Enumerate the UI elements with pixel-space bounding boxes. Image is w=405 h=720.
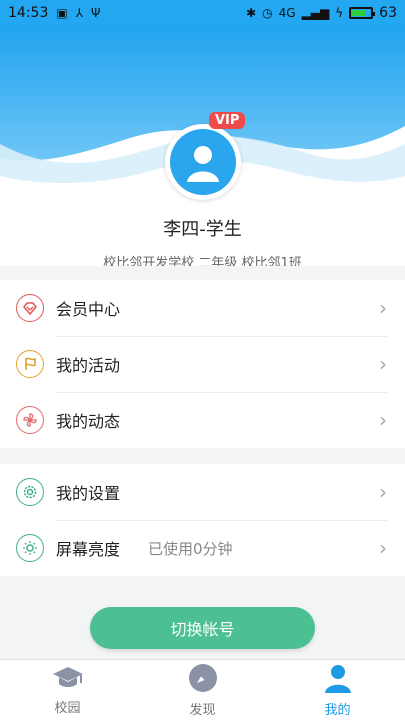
chevron-right-icon: › bbox=[379, 480, 387, 504]
status-bar: 14:53 ▣ ⅄ Ψ ✱ ◷ 4G ▂▄▆ ϟ 63 bbox=[0, 0, 405, 26]
usage-duration: 已使用0分钟 bbox=[148, 539, 233, 558]
compass-icon bbox=[188, 663, 218, 697]
switch-account-button[interactable]: 切换帐号 bbox=[90, 607, 315, 649]
menu-label: 屏幕亮度 bbox=[56, 540, 121, 559]
alarm-icon: ◷ bbox=[262, 6, 273, 20]
chevron-right-icon: › bbox=[379, 408, 387, 432]
menu-label: 会员中心 bbox=[56, 300, 121, 319]
chevron-right-icon: › bbox=[379, 352, 387, 376]
person-icon bbox=[323, 663, 353, 697]
menu-item-my-updates[interactable]: 我的动态 › bbox=[0, 392, 405, 448]
usb-icon: Ψ bbox=[91, 6, 101, 20]
graduation-cap-icon bbox=[51, 665, 85, 695]
battery-level: 63 bbox=[379, 5, 397, 21]
menu-label: 我的设置 bbox=[56, 484, 121, 503]
bottom-tab-bar: 校园 发现 我的 bbox=[0, 659, 405, 720]
sun-icon bbox=[16, 534, 44, 562]
flag-icon bbox=[16, 350, 44, 378]
vip-badge: VIP bbox=[209, 112, 246, 129]
pinwheel-icon bbox=[16, 406, 44, 434]
menu-label: 我的活动 bbox=[56, 356, 121, 375]
menu-item-my-activities[interactable]: 我的活动 › bbox=[0, 336, 405, 392]
status-time: 14:53 bbox=[8, 5, 49, 21]
charging-icon: ϟ bbox=[335, 6, 344, 20]
sim-icon: ▣ bbox=[56, 6, 68, 20]
chevron-right-icon: › bbox=[379, 536, 387, 560]
menu-label: 我的动态 bbox=[56, 412, 121, 431]
heart-diamond-icon bbox=[16, 294, 44, 322]
default-user-avatar-icon bbox=[170, 129, 236, 195]
gear-icon bbox=[16, 478, 44, 506]
tab-label: 校园 bbox=[54, 700, 81, 716]
menu-group-secondary: 我的设置 › 屏幕亮度 已使用0分钟 › bbox=[0, 464, 405, 576]
bluetooth-icon: ✱ bbox=[246, 6, 257, 20]
menu-item-member-center[interactable]: 会员中心 › bbox=[0, 280, 405, 336]
tab-campus[interactable]: 校园 bbox=[0, 660, 135, 720]
network-type-icon: 4G bbox=[278, 6, 296, 20]
menu-item-screen-brightness[interactable]: 屏幕亮度 已使用0分钟 › bbox=[0, 520, 405, 576]
tab-mine[interactable]: 我的 bbox=[270, 660, 405, 720]
profile-header: VIP 李四-学生 校比邻开发学校 二年级 校比邻1班 bbox=[0, 26, 405, 266]
share-icon: ⅄ bbox=[75, 6, 84, 20]
user-name: 李四-学生 bbox=[163, 219, 242, 240]
school-info: 校比邻开发学校 二年级 校比邻1班 bbox=[103, 256, 302, 266]
menu-item-my-settings[interactable]: 我的设置 › bbox=[0, 464, 405, 520]
tab-label: 发现 bbox=[189, 702, 216, 718]
signal-icon: ▂▄▆ bbox=[301, 6, 330, 20]
tab-label: 我的 bbox=[324, 702, 351, 718]
battery-icon bbox=[349, 7, 376, 19]
avatar[interactable] bbox=[165, 124, 241, 200]
tab-discover[interactable]: 发现 bbox=[135, 660, 270, 720]
menu-group-primary: 会员中心 › 我的活动 › 我的动态 › bbox=[0, 280, 405, 448]
chevron-right-icon: › bbox=[379, 296, 387, 320]
